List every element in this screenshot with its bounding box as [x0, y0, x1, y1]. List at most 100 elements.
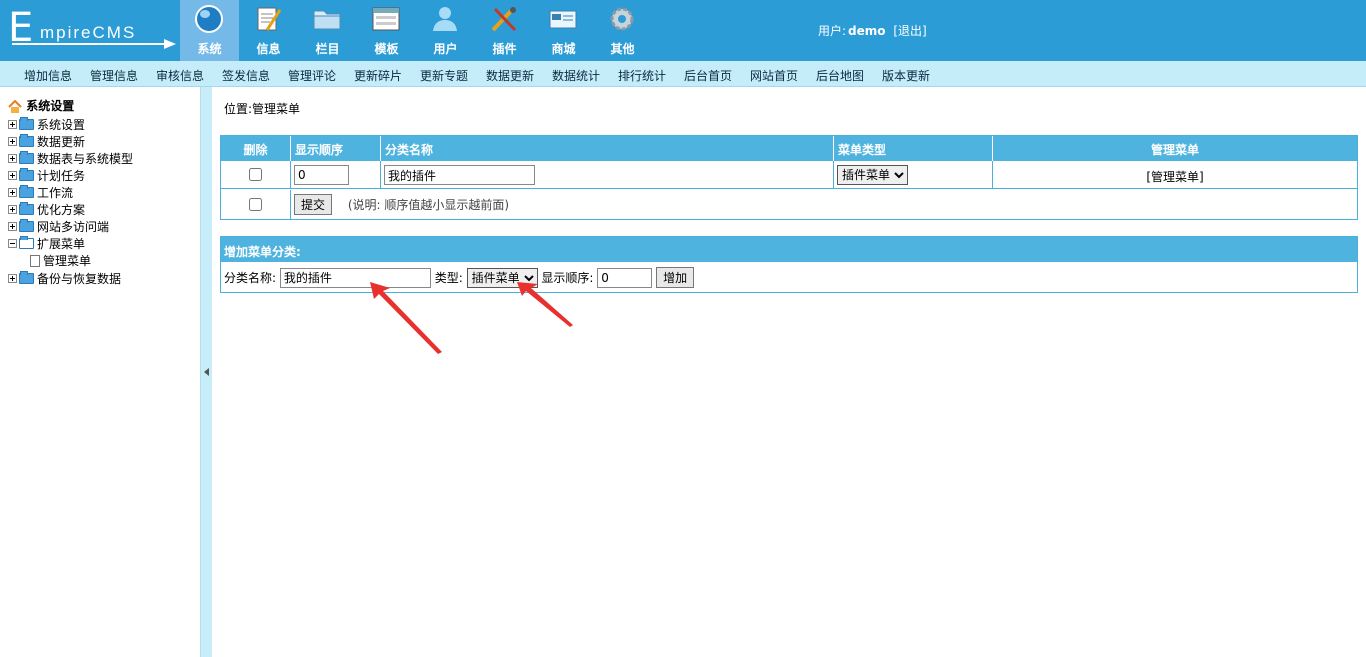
menu-add-info[interactable]: 增加信息 — [24, 67, 72, 84]
manage-cell: [管理菜单] — [993, 161, 1357, 188]
logo-arrow — [12, 43, 168, 45]
topnav-system[interactable]: 系统 — [180, 0, 239, 61]
menu-update-fragments[interactable]: 更新碎片 — [354, 67, 402, 84]
tree-item-manage-menu[interactable]: 管理菜单 — [30, 252, 91, 268]
delete-checkbox[interactable] — [249, 168, 262, 181]
red-arrow-icon — [370, 282, 442, 354]
document-icon — [30, 254, 40, 267]
menu-review-info[interactable]: 审核信息 — [156, 67, 204, 84]
breadcrumb-label: 位置: — [224, 102, 253, 116]
menu-version-update[interactable]: 版本更新 — [882, 67, 930, 84]
topnav-label: 用户 — [433, 42, 458, 56]
menu-manage-info[interactable]: 管理信息 — [90, 67, 138, 84]
red-arrow-icon — [517, 282, 573, 327]
select-all-checkbox[interactable] — [249, 198, 262, 211]
topnav-label: 插件 — [492, 42, 517, 56]
menu-rank-stats[interactable]: 排行统计 — [618, 67, 666, 84]
expand-icon[interactable] — [8, 274, 17, 283]
collapse-arrow-icon[interactable] — [204, 368, 209, 376]
header-delete: 删除 — [221, 136, 291, 161]
notepad-icon — [257, 7, 282, 31]
topnav-user[interactable]: 用户 — [416, 0, 475, 61]
topnav-info[interactable]: 信息 — [239, 0, 298, 61]
menu-manage-comments[interactable]: 管理评论 — [288, 67, 336, 84]
home-icon — [8, 99, 22, 113]
menu-update-topics[interactable]: 更新专题 — [420, 67, 468, 84]
topnav-template[interactable]: 模板 — [357, 0, 416, 61]
menu-data-update[interactable]: 数据更新 — [486, 67, 534, 84]
table-row: 插件菜单 [管理菜单] — [221, 161, 1357, 189]
top-header: E mpireCMS 系统 信息 栏目 模板 用户 插件 商城 其他 用户: d… — [0, 0, 1366, 61]
topnav-plugin[interactable]: 插件 — [475, 0, 534, 61]
menu-site-home[interactable]: 网站首页 — [750, 67, 798, 84]
sidebar-splitter[interactable] — [200, 87, 212, 657]
logout-link[interactable]: [退出] — [893, 24, 926, 38]
menu-data-stats[interactable]: 数据统计 — [552, 67, 600, 84]
add-menu-title: 增加菜单分类: — [221, 237, 1357, 262]
table-footer-row: 提交 (说明: 顺序值越小显示越前面) — [221, 190, 1357, 219]
username: demo — [848, 24, 886, 38]
sidebar-tree: 系统设置 系统设置 数据更新 数据表与系统模型 计划任务 工作流 优化方案 网站… — [0, 87, 200, 657]
expand-icon[interactable] — [8, 188, 17, 197]
header-type: 菜单类型 — [834, 136, 993, 161]
expand-icon[interactable] — [8, 205, 17, 214]
tree-item-scheduled-tasks[interactable]: 计划任务 — [8, 167, 85, 183]
folder-icon — [19, 219, 34, 232]
name-input[interactable] — [384, 165, 535, 185]
tree-item-data-update[interactable]: 数据更新 — [8, 133, 85, 149]
logo-arrowhead — [164, 39, 176, 49]
collapse-icon[interactable] — [8, 239, 17, 248]
topnav-column[interactable]: 栏目 — [298, 0, 357, 61]
tools-icon — [491, 7, 517, 32]
table-header-row: 删除 显示顺序 分类名称 菜单类型 管理菜单 — [221, 136, 1357, 161]
tree-item-multi-access[interactable]: 网站多访问端 — [8, 218, 109, 234]
folder-icon — [19, 117, 34, 130]
annotation-arrows — [370, 282, 573, 354]
topnav-shop[interactable]: 商城 — [534, 0, 593, 61]
expand-icon[interactable] — [8, 222, 17, 231]
folder-icon — [19, 185, 34, 198]
user-label: 用户: — [818, 24, 847, 38]
topnav-label: 商城 — [551, 42, 576, 56]
submit-button[interactable]: 提交 — [294, 194, 333, 215]
folder-icon — [19, 134, 34, 147]
tree-item-data-tables[interactable]: 数据表与系统模型 — [8, 150, 133, 166]
folder-icon — [19, 271, 34, 284]
expand-icon[interactable] — [8, 154, 17, 163]
menu-type-select[interactable]: 插件菜单 — [837, 165, 908, 185]
expand-icon[interactable] — [8, 137, 17, 146]
gear-icon — [610, 7, 634, 31]
menu-admin-home[interactable]: 后台首页 — [684, 67, 732, 84]
tree-item-extended-menu[interactable]: 扩展菜单 — [8, 235, 85, 251]
tree-root-label: 系统设置 — [26, 99, 75, 113]
globe-icon — [195, 5, 223, 33]
tree-item-system-settings[interactable]: 系统设置 — [8, 116, 85, 132]
type-cell: 插件菜单 — [834, 161, 993, 188]
topnav-label: 栏目 — [315, 42, 340, 56]
tree-item-workflow[interactable]: 工作流 — [8, 184, 73, 200]
expand-icon[interactable] — [8, 120, 17, 129]
folder-icon — [19, 202, 34, 215]
topnav-label: 系统 — [197, 42, 222, 56]
order-note: (说明: 顺序值越小显示越前面) — [347, 198, 510, 212]
folder-icon — [19, 168, 34, 181]
menu-list-table: 删除 显示顺序 分类名称 菜单类型 管理菜单 插件菜单 [管理菜单] — [220, 135, 1358, 220]
name-cell — [381, 161, 834, 188]
menu-sign-info[interactable]: 签发信息 — [222, 67, 270, 84]
order-input[interactable] — [294, 165, 349, 185]
tree-item-backup-restore[interactable]: 备份与恢复数据 — [8, 270, 121, 286]
quick-menu-bar: 增加信息 管理信息 审核信息 签发信息 管理评论 更新碎片 更新专题 数据更新 … — [0, 61, 1366, 87]
empirecms-logo[interactable]: E mpireCMS — [8, 6, 176, 52]
expand-icon[interactable] — [8, 171, 17, 180]
logo-text: mpireCMS — [40, 23, 137, 42]
order-cell — [291, 161, 381, 188]
user-info: 用户: demo [退出] — [818, 22, 927, 39]
delete-cell — [221, 161, 291, 188]
topnav-other[interactable]: 其他 — [593, 0, 652, 61]
breadcrumb-link[interactable]: 管理菜单 — [252, 102, 300, 116]
topnav-label: 信息 — [256, 42, 281, 56]
menu-admin-map[interactable]: 后台地图 — [816, 67, 864, 84]
manage-menu-link[interactable]: [管理菜单] — [1146, 170, 1203, 184]
breadcrumb: 位置:管理菜单 — [224, 100, 300, 117]
tree-item-optimization[interactable]: 优化方案 — [8, 201, 85, 217]
